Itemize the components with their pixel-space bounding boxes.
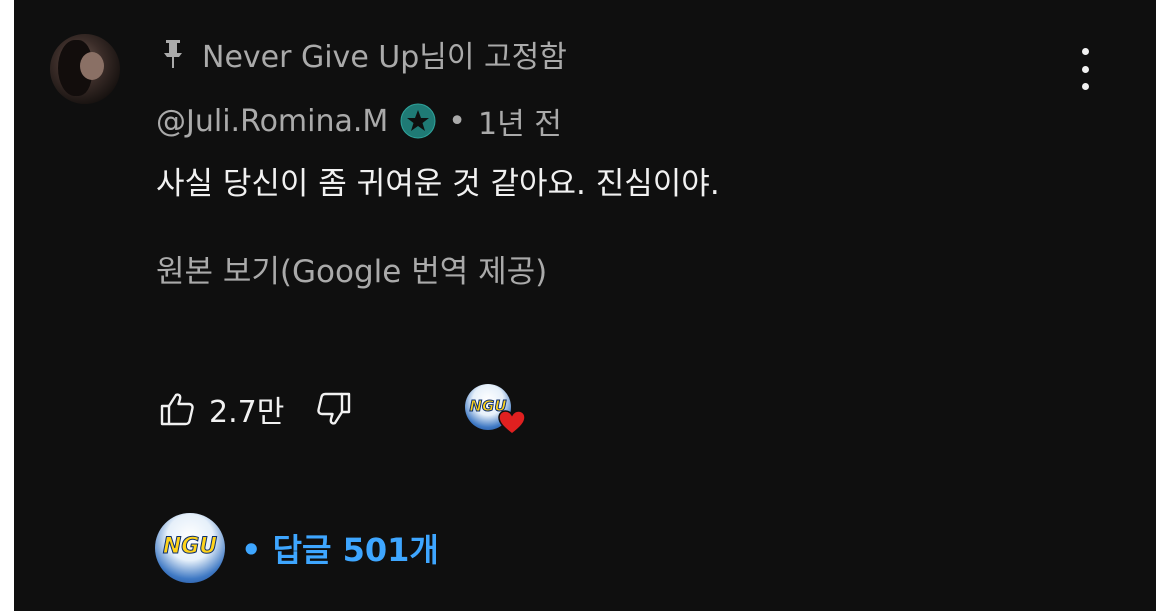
author-avatar[interactable] [50, 34, 120, 104]
comment-meta: @Juli.Romina.M • 1년 전 [156, 99, 562, 143]
replies-count: • 답글 501개 [241, 531, 439, 569]
replies-creator-avatar: NGU [155, 513, 225, 583]
comment-actions: 2.7만 [159, 384, 352, 434]
pin-icon [164, 40, 182, 68]
creator-logo-text: NGU [162, 534, 218, 560]
comment-time[interactable]: 1년 전 [478, 99, 562, 143]
pinned-by-text: Never Give Up님이 고정함 [202, 40, 567, 75]
like-count: 2.7만 [209, 395, 285, 430]
kebab-dot [1081, 83, 1089, 90]
kebab-dot [1081, 65, 1089, 73]
creator-avatar: NGU [155, 513, 225, 583]
kebab-dot [1081, 48, 1089, 55]
avatar-face [80, 52, 104, 80]
creator-heart-badge[interactable]: NGU [465, 384, 527, 440]
comment-card: Never Give Up님이 고정함 @Juli.Romina.M • 1년 … [14, 0, 1156, 611]
more-vert-icon[interactable] [1072, 48, 1098, 90]
meta-separator: • [448, 103, 466, 139]
dislike-button[interactable] [316, 391, 352, 427]
verified-star-icon [400, 103, 436, 139]
author-handle[interactable]: @Juli.Romina.M [156, 104, 388, 139]
view-original-link[interactable]: 원본 보기(Google 번역 제공) [156, 246, 547, 291]
thumb-up-icon [160, 393, 194, 426]
heart-icon [498, 410, 526, 435]
pinned-indicator: Never Give Up님이 고정함 [162, 32, 567, 76]
like-button[interactable]: 2.7만 [159, 387, 316, 431]
thumb-down-icon [317, 392, 351, 425]
comment-body: 사실 당신이 좀 귀여운 것 같아요. 진심이야. [156, 166, 720, 202]
replies-button[interactable]: NGU • 답글 501개 [155, 512, 439, 584]
